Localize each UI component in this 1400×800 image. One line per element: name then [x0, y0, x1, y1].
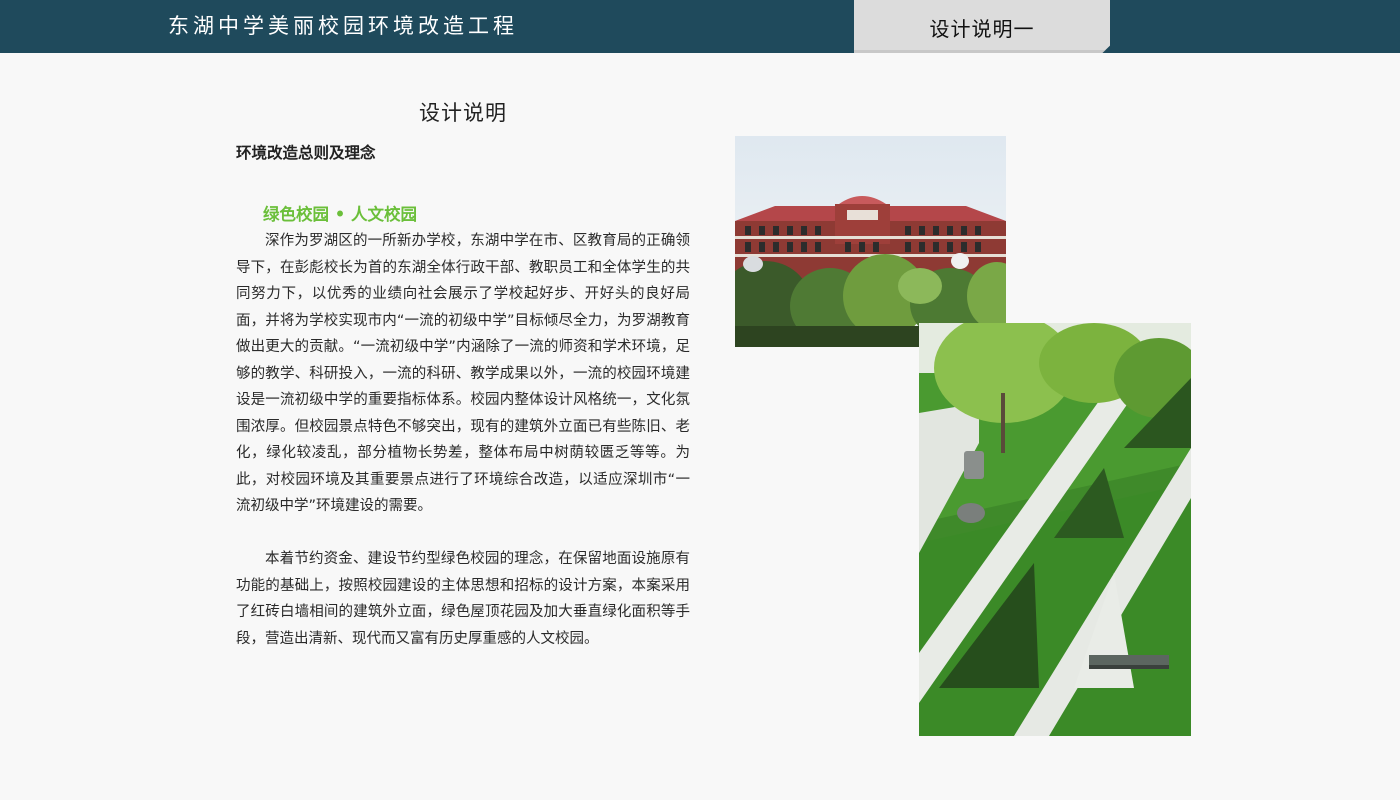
campus-garden-photo [919, 323, 1191, 736]
school-building-photo [735, 136, 1006, 347]
motto-text: 绿色校园 • 人文校园 [263, 205, 418, 224]
paragraph-2: 本着节约资金、建设节约型绿色校园的理念，在保留地面设施原有功能的基础上，按照校园… [236, 551, 690, 647]
paragraph-1: 深作为罗湖区的一所新办学校，东湖中学在市、区教育局的正确领导下，在彭彪校长为首的… [236, 233, 690, 514]
header-bar: 东湖中学美丽校园环境改造工程 设计说明一 [0, 0, 1400, 53]
tab-label: 设计说明一 [929, 17, 1035, 41]
tab-design-notes-1[interactable]: 设计说明一 [854, 0, 1110, 53]
section-subheading: 环境改造总则及理念 [236, 144, 376, 162]
project-title: 东湖中学美丽校园环境改造工程 [168, 14, 518, 38]
page-heading: 设计说明 [419, 101, 507, 125]
